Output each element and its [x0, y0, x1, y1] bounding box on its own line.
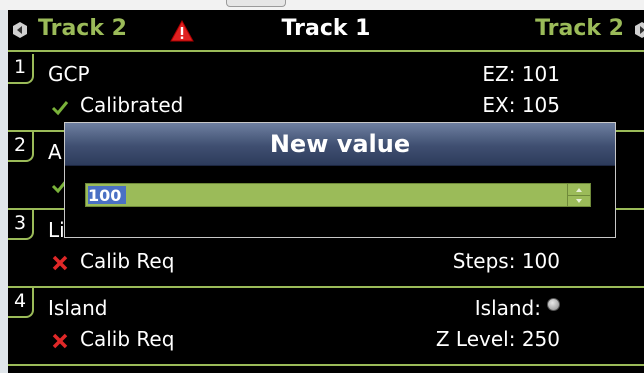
row-title: A: [48, 140, 62, 164]
track-header: Track 2 Track 1 Track 2: [8, 10, 644, 52]
row-status: Calib Req: [80, 327, 175, 351]
dialog-body: [65, 166, 615, 237]
next-track-icon[interactable]: [634, 22, 644, 38]
row-number: 2: [8, 132, 34, 162]
window-handle[interactable]: [226, 0, 286, 7]
left-edge: [0, 10, 8, 373]
check-icon: [51, 101, 69, 116]
warning-icon: [170, 20, 194, 42]
x-icon: [52, 255, 68, 271]
value-input[interactable]: [88, 185, 566, 205]
row-value-top: EZ: 101: [482, 62, 560, 86]
row-number: 4: [8, 288, 34, 318]
x-icon: [52, 333, 68, 349]
island-label: Island:: [474, 296, 541, 320]
row-value-bottom: Z Level: 250: [435, 327, 560, 351]
calibration-row-island[interactable]: 4 Island Calib Req Island: Z Level: 250: [8, 288, 644, 366]
row-number: 1: [8, 54, 34, 84]
next-track-label[interactable]: Track 2: [535, 16, 624, 41]
row-value-top: Island:: [475, 296, 560, 320]
new-value-dialog: New value: [64, 122, 616, 238]
row-value-bottom: EX: 105: [482, 93, 560, 117]
row-value-bottom: Steps: 100: [452, 249, 560, 273]
row-status: Calib Req: [80, 249, 175, 273]
value-spinbox[interactable]: [85, 183, 591, 207]
chevron-up-icon: [576, 187, 582, 192]
prev-track-icon[interactable]: [12, 22, 28, 38]
dialog-titlebar: New value: [65, 123, 615, 166]
chevron-down-icon: [576, 198, 582, 203]
spin-buttons: [567, 184, 590, 206]
calibration-row-gcp[interactable]: 1 GCP Calibrated EZ: 101 EX: 105: [8, 54, 644, 132]
row-title: GCP: [48, 62, 90, 86]
prev-track-label[interactable]: Track 2: [38, 16, 127, 41]
row-title: Island: [48, 296, 108, 320]
row-status: Calibrated: [80, 93, 184, 117]
dialog-title: New value: [269, 130, 411, 158]
track-screen: Track 2 Track 1 Track 2 1 GCP Calibrated…: [8, 10, 644, 373]
status-indicator-icon: [547, 298, 560, 311]
row-number: 3: [8, 210, 34, 240]
spin-down-button[interactable]: [568, 195, 590, 206]
